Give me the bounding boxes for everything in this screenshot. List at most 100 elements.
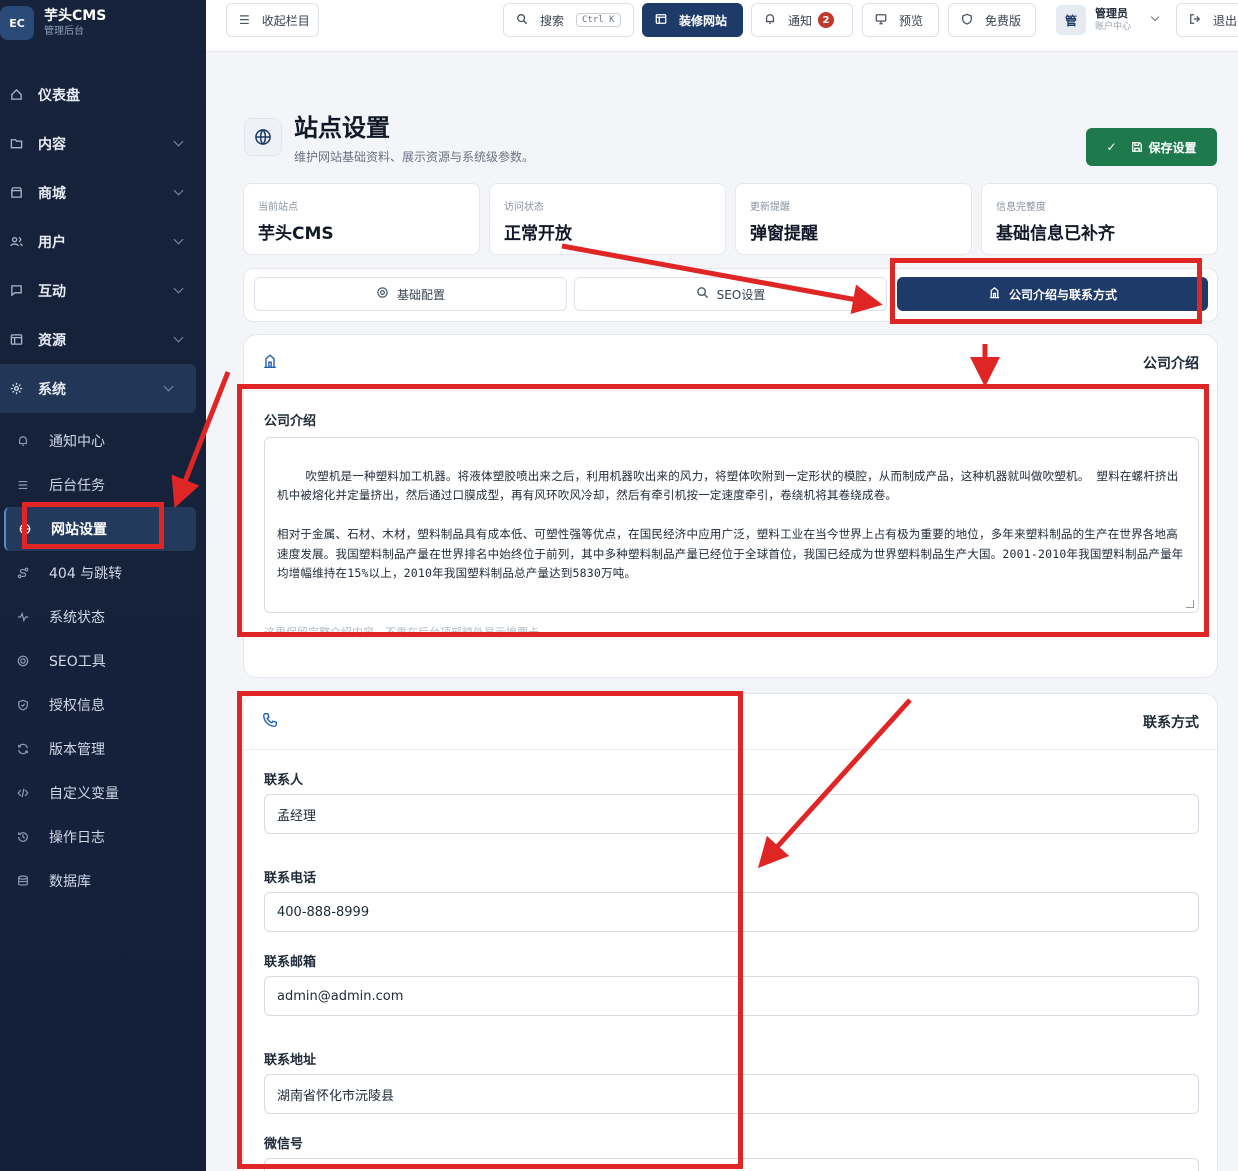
annotation-box-intro: [237, 384, 1209, 637]
sidebar-item-label: 通知中心: [49, 434, 105, 450]
user-subtitle: 账户中心: [1095, 22, 1132, 32]
shield-icon: [16, 698, 30, 712]
stat-current-site: 当前站点 芋头CMS: [243, 183, 480, 255]
chevron-down-icon: [173, 332, 184, 343]
sidebar-item-system[interactable]: 系统: [0, 364, 196, 413]
sidebar-item-label: 资源: [38, 332, 66, 349]
avatar: 管: [1056, 5, 1086, 35]
chevron-down-icon: [173, 283, 184, 294]
target-icon: [16, 654, 30, 668]
sidebar-item-label: 内容: [38, 136, 66, 153]
sidebar-item-notification-center[interactable]: 通知中心: [0, 419, 206, 463]
stat-info-completeness: 信息完整度 基础信息已补齐: [981, 183, 1218, 255]
stat-label: 访问状态: [504, 202, 544, 213]
history-icon: [16, 830, 30, 844]
sidebar-item-interaction[interactable]: 互动: [0, 266, 206, 315]
brand-logo: EC: [0, 6, 34, 40]
bell-icon: [16, 434, 30, 448]
logout-label: 退出: [1213, 13, 1238, 28]
stat-access-status: 访问状态 正常开放: [489, 183, 726, 255]
save-settings-button[interactable]: ✓ 保存设置: [1086, 128, 1217, 166]
sidebar-item-seo-tools[interactable]: SEO工具: [0, 639, 206, 683]
logout-button[interactable]: 退出: [1176, 3, 1238, 37]
sidebar-item-database[interactable]: 数据库: [0, 859, 206, 903]
user-menu[interactable]: 管 管理员 账户中心: [1056, 3, 1166, 37]
search-shortcut: Ctrl K: [576, 13, 621, 27]
database-icon: [16, 874, 30, 888]
stat-value: 基础信息已补齐: [996, 224, 1115, 244]
sidebar-item-system-status[interactable]: 系统状态: [0, 595, 206, 639]
sidebar-item-license-info[interactable]: 授权信息: [0, 683, 206, 727]
sidebar-item-store[interactable]: 商城: [0, 168, 206, 217]
user-name: 管理员: [1095, 7, 1128, 20]
edition-button[interactable]: 免费版: [948, 3, 1036, 37]
page-subtitle: 维护网站基础资料、展示资源与系统级参数。: [294, 150, 535, 164]
chevron-down-icon: [1150, 12, 1160, 22]
sidebar-item-label: 系统: [38, 381, 66, 398]
home-icon: [8, 87, 24, 103]
store-icon: [8, 185, 24, 201]
sidebar-item-users[interactable]: 用户: [0, 217, 206, 266]
sidebar-item-label: 用户: [38, 234, 66, 251]
sidebar-item-label: 操作日志: [49, 830, 105, 846]
collapse-label: 收起栏目: [261, 13, 310, 28]
sidebar-item-label: 商城: [38, 185, 66, 202]
page-title: 站点设置: [294, 114, 390, 142]
code-icon: [16, 786, 30, 800]
notifications-label: 通知: [788, 13, 813, 28]
collapse-sidebar-button[interactable]: ☰ 收起栏目: [226, 3, 319, 37]
check-icon: ✓: [1106, 140, 1117, 154]
message-icon: [8, 283, 24, 299]
sidebar-item-resources[interactable]: 资源: [0, 315, 206, 364]
layout-icon: [655, 13, 667, 28]
sidebar-item-label: 版本管理: [49, 742, 105, 758]
sidebar-item-custom-variables[interactable]: 自定义变量: [0, 771, 206, 815]
sidebar-item-label: 后台任务: [49, 478, 105, 494]
stat-value: 正常开放: [504, 224, 572, 244]
chevron-down-icon: [173, 234, 184, 245]
edition-label: 免费版: [985, 13, 1022, 28]
search-button[interactable]: 搜索 Ctrl K: [503, 3, 634, 37]
folder-icon: [8, 136, 24, 152]
route-icon: [16, 566, 30, 580]
search-icon: [516, 13, 528, 28]
tab-label: 基础配置: [396, 287, 445, 302]
tab-seo-settings[interactable]: SEO设置: [574, 277, 887, 311]
sidebar-item-label: 数据库: [49, 874, 91, 890]
activity-icon: [16, 610, 30, 624]
menu-icon: ☰: [239, 13, 250, 27]
search-label: 搜索: [540, 13, 565, 28]
brand-title: 芋头CMS: [44, 8, 107, 24]
stat-label: 更新提醒: [750, 202, 790, 213]
sidebar-item-label: 404 与跳转: [49, 566, 123, 582]
preview-button[interactable]: 预览: [862, 3, 939, 37]
refresh-icon: [16, 742, 30, 756]
card-header: 公司介绍: [244, 335, 1217, 391]
gear-icon: [8, 381, 24, 397]
annotation-box-site-settings: [22, 502, 164, 549]
sidebar-item-content[interactable]: 内容: [0, 119, 206, 168]
sidebar-item-label: 仪表盘: [38, 87, 80, 104]
sidebar-item-operation-log[interactable]: 操作日志: [0, 815, 206, 859]
notifications-button[interactable]: 通知 2: [751, 3, 853, 37]
sidebar-item-label: 互动: [38, 283, 66, 300]
sidebar-item-label: 系统状态: [49, 610, 105, 626]
list-icon: [16, 478, 30, 492]
system-submenu: 通知中心 后台任务 网站设置 404 与跳转 系统状态 SEO工具 授权信息 版…: [0, 419, 206, 903]
tab-label: SEO设置: [716, 287, 766, 302]
tab-basic-config[interactable]: 基础配置: [254, 277, 567, 311]
save-settings-label: 保存设置: [1148, 140, 1197, 155]
sidebar-item-404-redirect[interactable]: 404 与跳转: [0, 551, 206, 595]
gear-icon: [376, 286, 389, 302]
annotation-box-contact: [237, 691, 743, 1169]
stats-row: 当前站点 芋头CMS 访问状态 正常开放 更新提醒 弹窗提醒 信息完整度 基础信…: [243, 183, 1218, 255]
decorate-site-button[interactable]: 装修网站: [642, 3, 743, 37]
card-title: 联系方式: [1143, 715, 1199, 731]
sidebar-item-background-tasks[interactable]: 后台任务: [0, 463, 206, 507]
sidebar-item-label: 自定义变量: [49, 786, 119, 802]
users-icon: [8, 234, 24, 250]
bell-icon: [764, 13, 776, 28]
sidebar-item-dashboard[interactable]: 仪表盘: [0, 70, 206, 119]
chevron-down-icon: [163, 381, 174, 392]
sidebar-item-version-management[interactable]: 版本管理: [0, 727, 206, 771]
